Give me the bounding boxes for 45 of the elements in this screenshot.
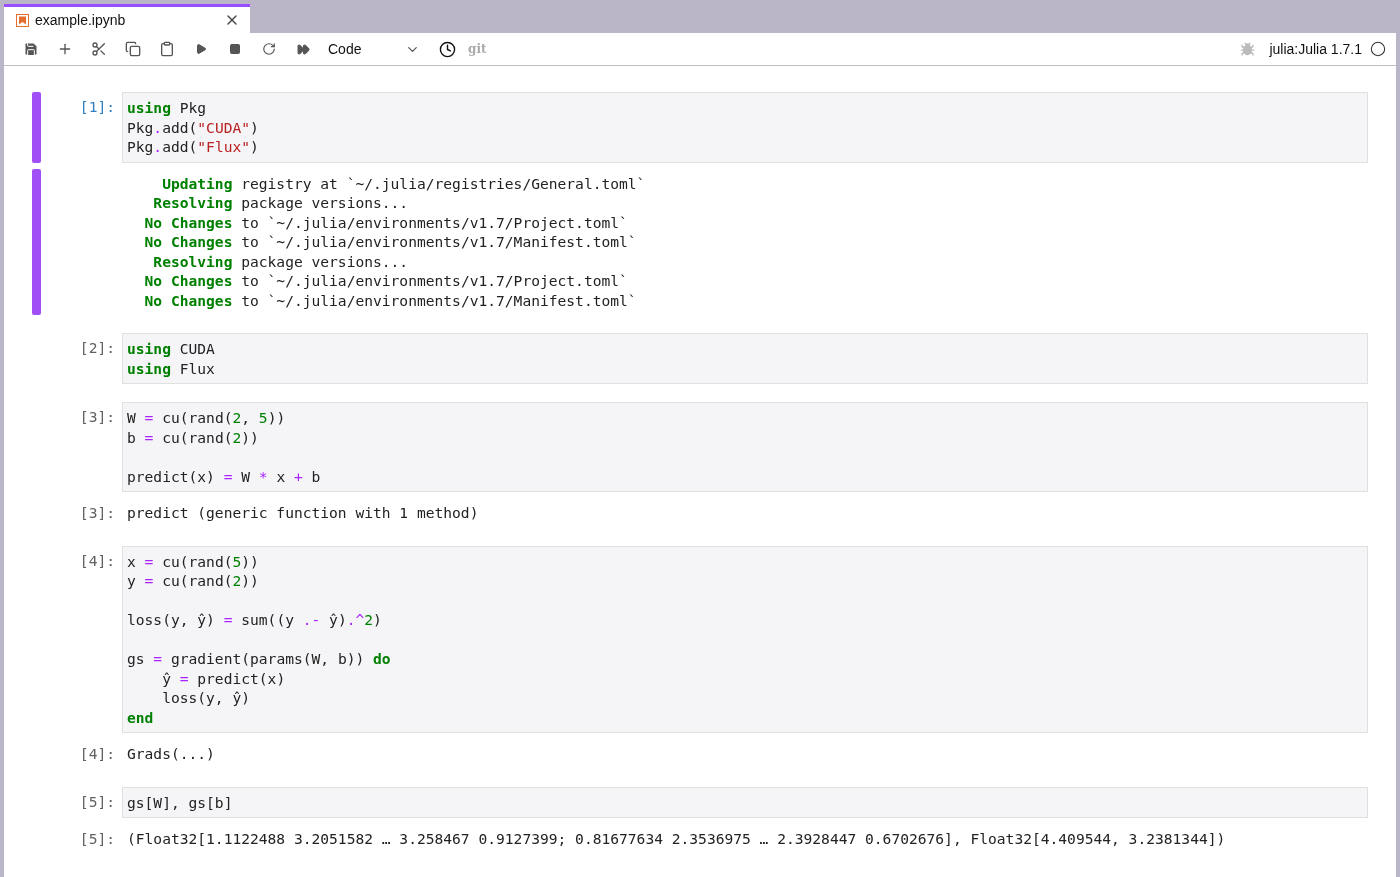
kernel-status-icon — [1370, 41, 1386, 57]
kernel-name[interactable]: julia:Julia 1.7.1 — [1269, 41, 1362, 57]
code-line: No Changes to `~/.julia/environments/v1.7/Project.toml` — [143, 212, 628, 232]
code-line: using CUDA — [127, 339, 215, 359]
code-line: gs = gradient(params(W, b)) do — [127, 649, 391, 669]
code-input[interactable]: x = cu(rand(5)) y = cu(rand(2)) loss(y, ŷ) = sum((y .- ŷ).^2) gs = gradient(params(W, b)) do ŷ = predict(x) loss(y, ŷ) end — [122, 545, 1368, 733]
input-prompt: [2]: — [79, 339, 115, 356]
code-line: loss(y, ŷ) = sum((y .- ŷ).^2) — [127, 610, 382, 630]
code-line: Updating registry at `~/.julia/registries/General.toml` — [161, 173, 646, 193]
code-line: Pkg.add("Flux") — [127, 137, 259, 157]
code-line: No Changes to `~/.julia/environments/v1.7/Manifest.toml` — [143, 290, 637, 310]
input-prompt: [1]: — [79, 98, 115, 115]
code-line: using Flux — [127, 358, 215, 378]
output-prompt: [4]: — [79, 745, 115, 762]
code-line: Grads(...) — [127, 744, 215, 764]
notebook-tab[interactable]: example.ipynb — [4, 4, 250, 33]
code-input[interactable]: gs[W], gs[b] — [122, 786, 1368, 818]
code-line: y = cu(rand(2)) — [127, 571, 259, 591]
code-line: predict (generic function with 1 method) — [127, 503, 479, 523]
code-line: gs[W], gs[b] — [127, 792, 233, 812]
code-line: Pkg.add("CUDA") — [127, 117, 259, 137]
cell-type-dropdown[interactable]: Code — [324, 41, 424, 57]
notebook-icon — [16, 13, 29, 27]
code-line: No Changes to `~/.julia/environments/v1.7/Project.toml` — [143, 271, 628, 291]
output-prompt: [3]: — [79, 504, 115, 521]
input-prompt: [4]: — [79, 551, 115, 569]
code-line: loss(y, ŷ) — [161, 688, 250, 708]
code-line: end — [127, 707, 154, 727]
tab-label: example.ipynb — [35, 12, 127, 28]
bug-icon — [1240, 41, 1256, 57]
code-line: b = cu(rand(2)) — [127, 427, 259, 447]
code-line: W = cu(rand(2, 5)) — [127, 408, 286, 428]
code-line: using Pkg — [127, 98, 207, 118]
code-line: Resolving package versions... — [152, 251, 409, 271]
output-prompt: [5]: — [79, 830, 115, 847]
code-line: Resolving package versions... — [152, 193, 409, 213]
input-prompt: [3]: — [79, 408, 115, 425]
code-line: ŷ = predict(x) — [161, 668, 286, 688]
input-prompt: [5]: — [79, 792, 115, 810]
code-line: (Float32[1.1122488 3.2051582 … 3.258467 0.9127399; 0.81677634 2.3536975 … 2.3928447 0.6702676], Float32[4.409544, 3.2381344]) — [127, 829, 1226, 849]
code-line: predict(x) = W * x + b — [127, 466, 321, 486]
code-input[interactable]: using CUDA using Flux — [122, 333, 1368, 384]
code-line: No Changes to `~/.julia/environments/v1.7/Manifest.toml` — [143, 232, 637, 252]
code-input[interactable]: using Pkg Pkg.add("CUDA") Pkg.add("Flux") — [122, 92, 1368, 163]
code-line: x = cu(rand(5)) — [127, 551, 259, 571]
